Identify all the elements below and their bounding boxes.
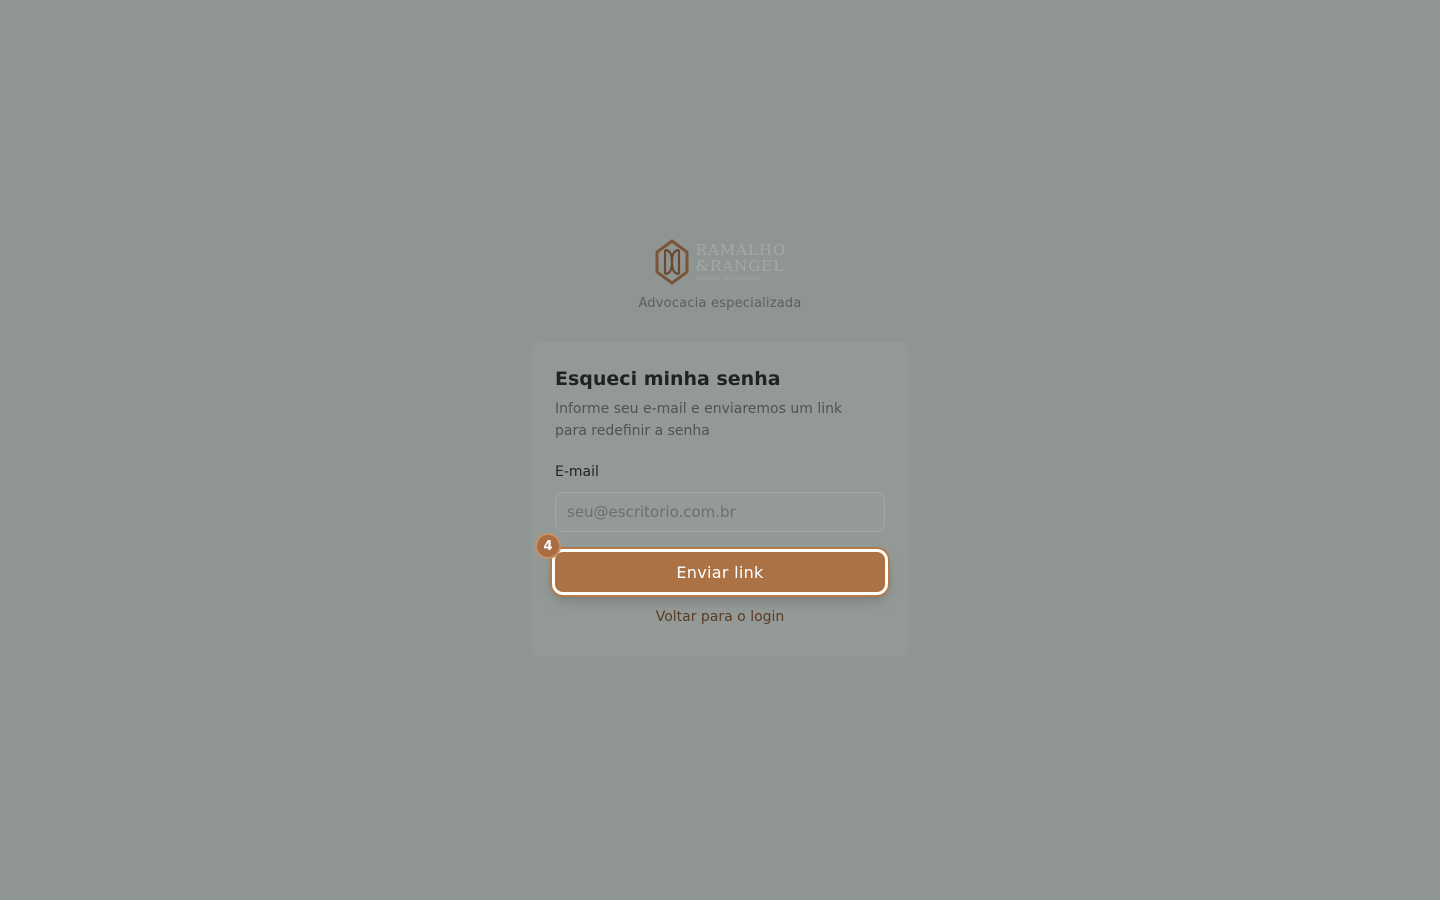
company-logo: RAMALHO &RANGEL SOCIEDADE DE ADVOGADOS [654, 232, 787, 292]
forgot-password-card: Esqueci minha senha Informe seu e-mail e… [532, 342, 908, 657]
step-badge: 4 [535, 533, 561, 559]
email-field[interactable] [555, 492, 885, 532]
brand-header: RAMALHO &RANGEL SOCIEDADE DE ADVOGADOS A… [0, 232, 1440, 311]
law-firm-monogram-icon [654, 239, 690, 285]
send-link-button[interactable]: Enviar link [555, 552, 885, 592]
logo-tagline: SOCIEDADE DE ADVOGADOS [695, 276, 761, 281]
brand-subtitle: Advocacia especializada [638, 296, 802, 311]
back-to-login-link[interactable]: Voltar para o login [555, 609, 885, 625]
submit-button-wrapper: Enviar link 4 [535, 533, 885, 592]
form-description: Informe seu e-mail e enviaremos um link … [555, 401, 843, 439]
email-label: E-mail [555, 464, 599, 480]
page-title: Esqueci minha senha [555, 368, 781, 390]
logo-wordmark: RAMALHO &RANGEL SOCIEDADE DE ADVOGADOS [696, 243, 787, 281]
logo-line-2: &RANGEL [695, 257, 785, 275]
logo-line-1: RAMALHO [695, 241, 787, 259]
